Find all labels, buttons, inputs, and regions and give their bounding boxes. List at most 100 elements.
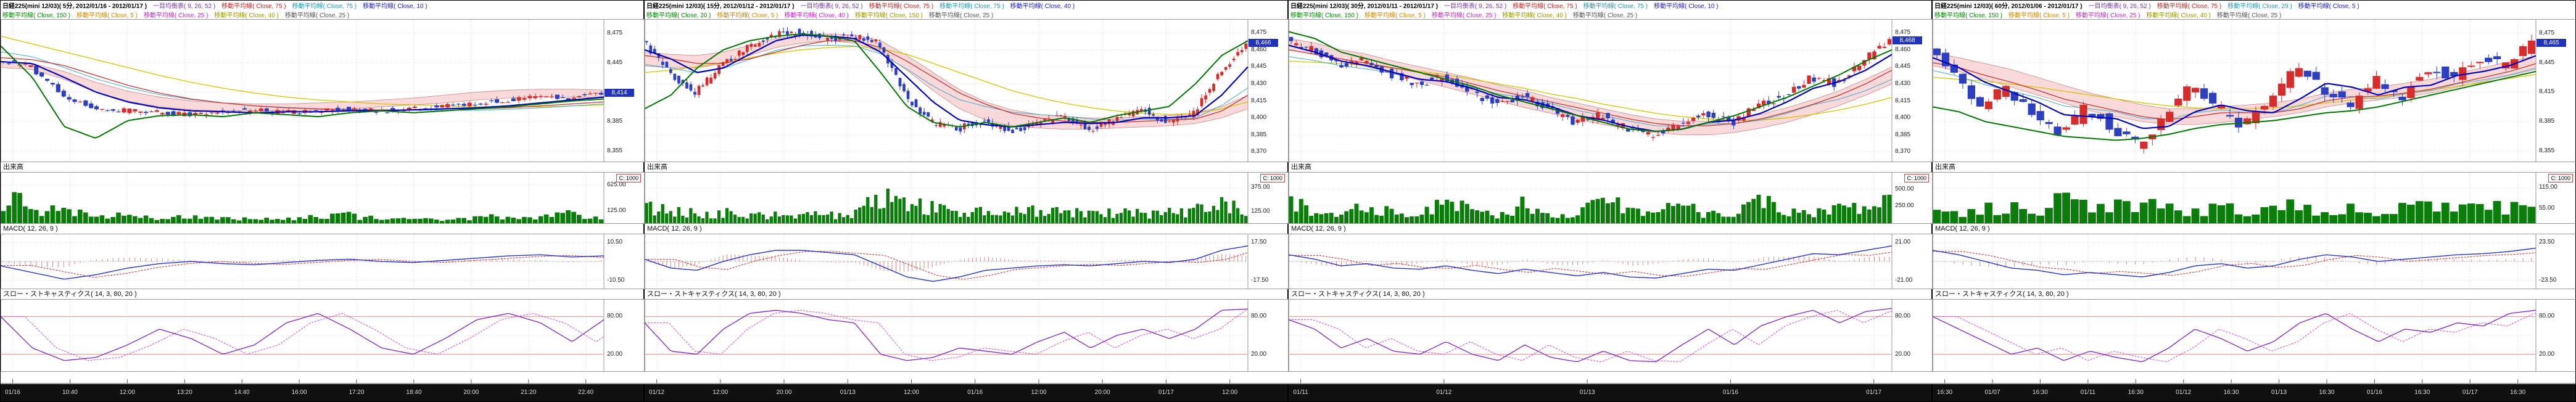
stochastics-label: スロー・ストキャスティクス( 14, 3, 80, 20 ) (1289, 289, 1931, 299)
macd-label-text: MACD( 12, 26, 9 ) (1935, 225, 1990, 232)
time-axis-label: 01/07 (1978, 389, 2007, 396)
time-axis-label: 12:00 (113, 389, 141, 396)
stochastics-chart[interactable] (645, 299, 1289, 372)
legend-item: 移動平均線( Close, 40 ) (1010, 3, 1075, 10)
legend-item: 移動平均線( Close, 10 ) (363, 3, 427, 10)
legend-item: 移動平均線( Close, 25 ) (2076, 12, 2140, 19)
time-axis-label: 01/17 (1152, 389, 1180, 396)
legend-item: 一目均衡表( 9, 26, 52 ) (153, 3, 215, 10)
stoch-axis-label: 20.00 (605, 351, 640, 358)
time-axis-label: 12:00 (1216, 389, 1244, 396)
stochastics-label: スロー・ストキャスティクス( 14, 3, 80, 20 ) (1, 289, 643, 299)
price-axis-label: 8,430 (1249, 80, 1284, 87)
legend-item: 移動平均線( Close, 5 ) (2298, 3, 2359, 10)
main-chart[interactable] (1, 19, 645, 162)
volume-chart[interactable] (1933, 172, 2576, 224)
legend-item: 移動平均線( Close, 75 ) (1513, 3, 1577, 10)
charting-workspace: 日経225(mini 12/03)( 5分, 2012/01/16 - 2012… (0, 0, 2576, 402)
price-axis-label: 8,475 (2537, 30, 2572, 36)
time-axis-label: 01/16 (961, 389, 989, 396)
stoch-axis-label: 80.00 (605, 313, 640, 319)
header-row-2: 移動平均線( Close, 150 )移動平均線( Close, 5 )移動平均… (1, 10, 643, 19)
macd-chart[interactable] (645, 234, 1289, 289)
stochastics-chart[interactable] (1289, 299, 1933, 372)
chart-panel-1: 日経225(mini 12/03)( 5分, 2012/01/16 - 2012… (1, 1, 645, 402)
legend-item: 一目均衡表( 9, 26, 52 ) (801, 3, 863, 10)
volume-axis-label: 125.00 (605, 207, 640, 214)
main-chart[interactable] (1289, 19, 1933, 162)
last-price-badge: 8,466 (1249, 39, 1278, 47)
time-axis-label: 01/11 (2074, 389, 2102, 396)
time-axis-label: 16:30 (2026, 389, 2054, 396)
panel-header: 日経225(mini 12/03)( 15分, 2012/01/12 - 201… (645, 1, 1287, 19)
macd-axis-label: 17.50 (1249, 239, 1284, 245)
legend-item: 移動平均線( Close, 75 ) (869, 3, 933, 10)
price-axis-label: 8,385 (2537, 118, 2572, 125)
volume-label-text: 出来高 (1935, 163, 1955, 171)
time-axis-label: 17:20 (342, 389, 371, 396)
header-row-1: 日経225(mini 12/03)( 5分, 2012/01/16 - 2012… (1, 1, 643, 10)
volume-label: 出来高 (1, 162, 643, 172)
price-axis-label: 8,415 (1249, 97, 1284, 104)
macd-axis-label: 10.50 (605, 239, 640, 245)
legend-item: 移動平均線( Close, 25 ) (1432, 12, 1496, 19)
price-axis-label: 8,445 (605, 59, 640, 66)
time-axis-label: 12:00 (706, 389, 735, 396)
time-axis-label: 01/11 (1287, 389, 1315, 396)
time-axis-label: 16:30 (2504, 389, 2532, 396)
legend-item: 移動平均線( Close, 5 ) (717, 12, 778, 19)
header-row-1: 日経225(mini 12/03)( 60分, 2012/01/06 - 201… (1933, 1, 2575, 10)
chart-title: 日経225(mini 12/03)( 60分, 2012/01/06 - 201… (1934, 3, 2083, 10)
macd-label-text: MACD( 12, 26, 9 ) (3, 225, 58, 232)
legend-item: 移動平均線( Close, 10 ) (1654, 3, 1718, 10)
time-axis-label: 01/16 (2360, 389, 2388, 396)
price-axis-label: 8,385 (605, 118, 640, 125)
time-ticks (645, 372, 1289, 384)
price-axis-label: 8,415 (2537, 88, 2572, 95)
stoch-axis-label: 80.00 (1249, 313, 1284, 319)
macd-chart[interactable] (1289, 234, 1933, 289)
volume-chart[interactable] (1, 172, 645, 224)
time-axis-label: 16:30 (2217, 389, 2245, 396)
legend-item: 一目均衡表( 9, 26, 52 ) (2089, 3, 2151, 10)
macd-chart[interactable] (1933, 234, 2576, 289)
price-axis-label: 8,475 (605, 30, 640, 36)
legend-item: 移動平均線( Close, 150 ) (855, 12, 923, 19)
price-axis-label: 8,415 (1893, 97, 1928, 104)
time-ticks (1289, 372, 1933, 384)
price-axis-label: 8,370 (1249, 148, 1284, 155)
time-axis-label: 01/16 (0, 389, 27, 396)
volume-chart[interactable] (1289, 172, 1933, 224)
macd-label-text: MACD( 12, 26, 9 ) (647, 225, 702, 232)
volume-unit-badge: C: 1000 (1904, 174, 1929, 183)
volume-axis-label: 250.00 (1893, 202, 1928, 209)
price-axis-label: 8,475 (1893, 29, 1928, 36)
time-axis-label: 01/13 (833, 389, 862, 396)
stochastics-chart[interactable] (1, 299, 645, 372)
price-axis-label: 8,400 (1249, 114, 1284, 121)
time-axis: 16:3001/0716:3001/1116:3001/1216:3001/13… (1933, 384, 2575, 402)
time-axis-label: 20:00 (1088, 389, 1117, 396)
macd-axis-label: -17.50 (1249, 277, 1284, 284)
volume-axis-label: 500.00 (1893, 186, 1928, 192)
legend-item: 移動平均線( Close, 25 ) (2217, 12, 2281, 19)
price-axis-label: 8,400 (1893, 114, 1928, 121)
stochastics-chart[interactable] (1933, 299, 2576, 372)
price-axis-label: 8,385 (1893, 131, 1928, 138)
stochastics-label-text: スロー・ストキャスティクス( 14, 3, 80, 20 ) (1291, 290, 1425, 298)
price-axis-label: 8,445 (2537, 59, 2572, 66)
macd-label: MACD( 12, 26, 9 ) (1933, 224, 2575, 234)
panel-header: 日経225(mini 12/03)( 60分, 2012/01/06 - 201… (1933, 1, 2575, 19)
legend-item: 移動平均線( Close, 75 ) (292, 3, 357, 10)
macd-chart[interactable] (1, 234, 645, 289)
chart-title: 日経225(mini 12/03)( 30分, 2012/01/11 - 201… (1290, 3, 1438, 10)
volume-chart[interactable] (645, 172, 1289, 224)
main-chart[interactable] (645, 19, 1289, 162)
price-axis-label: 8,475 (1249, 29, 1284, 36)
legend-item: 一目均衡表( 9, 26, 52 ) (1444, 3, 1506, 10)
chart-panel-3: 日経225(mini 12/03)( 30分, 2012/01/11 - 201… (1289, 1, 1933, 402)
main-chart[interactable] (1933, 19, 2576, 162)
time-axis-label: 01/12 (2169, 389, 2198, 396)
time-axis-label: 16:30 (2121, 389, 2150, 396)
time-axis-label: 01/13 (1573, 389, 1601, 396)
